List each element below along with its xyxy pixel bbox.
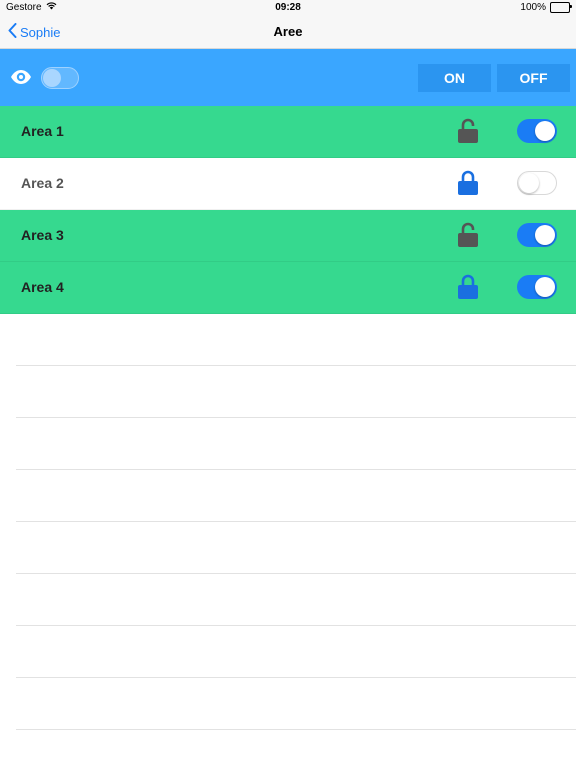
area-switch[interactable]	[517, 119, 557, 143]
area-switch[interactable]	[517, 171, 557, 195]
area-label: Area 1	[21, 123, 64, 139]
area-row-4[interactable]: Area 4	[0, 262, 576, 314]
all-off-button[interactable]: OFF	[497, 64, 570, 92]
empty-row	[16, 314, 576, 366]
area-label: Area 3	[21, 227, 64, 243]
lock-closed-icon[interactable]	[457, 274, 479, 305]
area-label: Area 2	[21, 175, 64, 191]
empty-row	[16, 678, 576, 730]
visibility-toggle-knob	[43, 69, 61, 87]
toolbar: ON OFF	[0, 49, 576, 106]
eye-icon	[10, 69, 32, 90]
status-bar: Gestore 09:28 100%	[0, 0, 576, 16]
empty-row	[16, 626, 576, 678]
area-list: Area 1 Area 2 Area 3 Area 4	[0, 106, 576, 314]
lock-closed-icon[interactable]	[457, 170, 479, 201]
empty-row	[16, 522, 576, 574]
area-switch[interactable]	[517, 223, 557, 247]
all-on-button[interactable]: ON	[418, 64, 491, 92]
area-row-2[interactable]: Area 2	[0, 158, 576, 210]
empty-table-rows	[0, 314, 576, 730]
navigation-bar: Sophie Aree	[0, 16, 576, 49]
battery-percent: 100%	[520, 2, 546, 13]
empty-row	[16, 366, 576, 418]
empty-row	[16, 418, 576, 470]
area-row-1[interactable]: Area 1	[0, 106, 576, 158]
status-right: 100%	[520, 2, 572, 13]
status-time: 09:28	[275, 2, 301, 13]
area-row-3[interactable]: Area 3	[0, 210, 576, 262]
empty-row	[16, 470, 576, 522]
visibility-toggle[interactable]	[41, 67, 79, 89]
lock-open-icon[interactable]	[457, 118, 479, 149]
empty-row	[16, 574, 576, 626]
page-title: Aree	[273, 24, 303, 39]
lock-open-icon[interactable]	[457, 222, 479, 253]
area-switch[interactable]	[517, 275, 557, 299]
battery-icon	[550, 2, 572, 13]
area-label: Area 4	[21, 279, 64, 295]
